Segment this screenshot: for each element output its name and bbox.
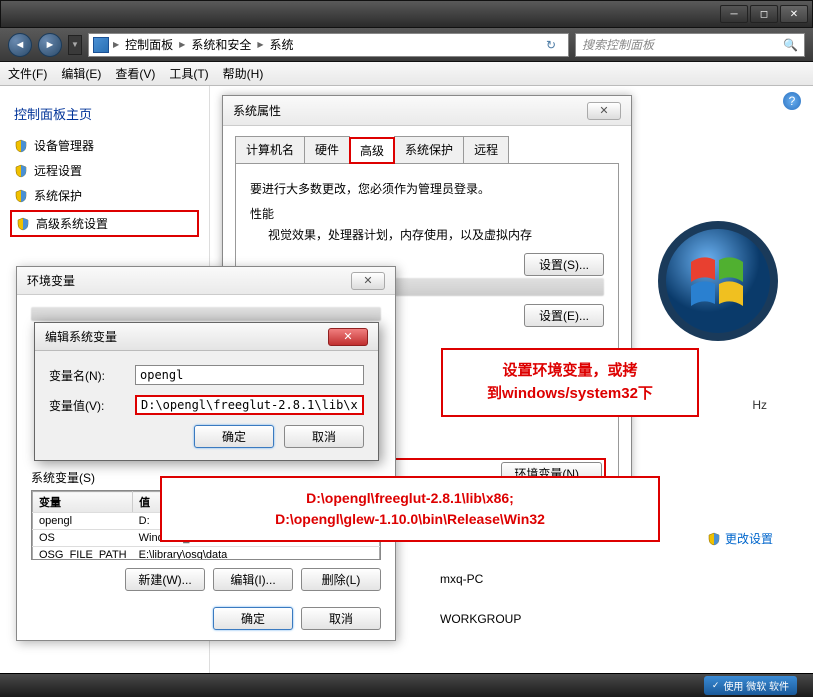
dialog-title: 编辑系统变量 — [45, 328, 117, 345]
minimize-button[interactable]: ─ — [720, 5, 748, 23]
sidebar-item-label: 系统保护 — [34, 187, 82, 204]
ok-button[interactable]: 确定 — [213, 607, 293, 630]
name-field-row: 变量名(N): — [49, 365, 364, 385]
table-row[interactable]: OSG_FILE_PATHE:\library\osg\data — [33, 547, 380, 561]
sidebar-item-device-manager[interactable]: 设备管理器 — [14, 133, 195, 158]
value-label: 变量值(V): — [49, 397, 125, 414]
dialog-titlebar[interactable]: 环境变量 ✕ — [17, 267, 395, 295]
performance-desc: 视觉效果，处理器计划，内存使用，以及虚拟内存 — [268, 226, 604, 243]
computer-name-value: mxq-PC — [440, 572, 483, 586]
maximize-button[interactable]: ◻ — [750, 5, 778, 23]
name-input[interactable] — [135, 365, 364, 385]
edit-button[interactable]: 编辑(I)... — [213, 568, 293, 591]
menu-help[interactable]: 帮助(H) — [223, 65, 264, 82]
sidebar-item-label: 设备管理器 — [34, 137, 94, 154]
change-settings-link[interactable]: 更改设置 — [707, 530, 773, 547]
value-input[interactable] — [135, 395, 364, 415]
search-placeholder: 搜索控制面板 — [582, 36, 654, 53]
breadcrumb-item[interactable]: 控制面板 — [123, 36, 175, 53]
dialog-title: 环境变量 — [27, 272, 75, 289]
nav-back-button[interactable]: ◄ — [8, 33, 32, 57]
sidebar-item-label: 远程设置 — [34, 162, 82, 179]
window-controls: ─ ◻ ✕ — [720, 5, 808, 23]
tab-hardware[interactable]: 硬件 — [304, 136, 350, 163]
dialog-body: 变量名(N): 变量值(V): 确定 取消 — [35, 351, 378, 460]
menu-view[interactable]: 查看(V) — [115, 65, 155, 82]
close-button[interactable]: ✕ — [328, 328, 368, 346]
delete-button[interactable]: 删除(L) — [301, 568, 381, 591]
sysvar-btn-row: 新建(W)... 编辑(I)... 删除(L) — [31, 568, 381, 591]
cancel-button[interactable]: 取消 — [284, 425, 364, 448]
sidebar-item-system-protection[interactable]: 系统保护 — [14, 183, 195, 208]
col-name[interactable]: 变量 — [33, 492, 133, 513]
shield-icon — [14, 189, 28, 203]
callout-line: 到windows/system32下 — [457, 383, 683, 406]
sidebar-title: 控制面板主页 — [14, 104, 195, 123]
breadcrumb-item[interactable]: 系统 — [268, 36, 296, 53]
shield-icon — [14, 164, 28, 178]
dialog-titlebar[interactable]: 编辑系统变量 ✕ — [35, 323, 378, 351]
menu-file[interactable]: 文件(F) — [8, 65, 47, 82]
shield-icon — [707, 532, 721, 546]
taskbar: 使用 微软 软件 — [0, 673, 813, 697]
close-button[interactable]: ✕ — [587, 102, 621, 120]
tab-remote[interactable]: 远程 — [463, 136, 509, 163]
change-settings-label: 更改设置 — [725, 530, 773, 547]
name-label: 变量名(N): — [49, 367, 125, 384]
chevron-right-icon: ▶ — [179, 40, 185, 49]
blur-text-hz: Hz — [752, 398, 767, 412]
dialog-btn-row: 确定 取消 — [49, 425, 364, 448]
callout-line: 设置环境变量，或拷 — [457, 360, 683, 383]
window-titlebar: ─ ◻ ✕ — [0, 0, 813, 28]
breadcrumb-item[interactable]: 系统和安全 — [189, 36, 253, 53]
sidebar-links: 设备管理器 远程设置 系统保护 高级系统设置 — [14, 133, 195, 237]
profile-settings-button[interactable]: 设置(E)... — [524, 304, 604, 327]
sidebar-item-label: 高级系统设置 — [36, 215, 108, 232]
blurred-user-vars-label — [31, 307, 381, 321]
close-button[interactable]: ✕ — [780, 5, 808, 23]
workgroup-value: WORKGROUP — [440, 612, 521, 626]
chevron-right-icon: ▶ — [113, 40, 119, 49]
shield-icon — [14, 139, 28, 153]
search-input[interactable]: 搜索控制面板 🔍 — [575, 33, 805, 57]
tab-advanced[interactable]: 高级 — [349, 137, 395, 164]
refresh-icon[interactable]: ↻ — [546, 38, 564, 52]
close-button[interactable]: ✕ — [351, 272, 385, 290]
help-icon[interactable]: ? — [783, 92, 801, 110]
callout-line: D:\opengl\glew-1.10.0\bin\Release\Win32 — [176, 509, 644, 530]
callout-line: D:\opengl\freeglut-2.8.1\lib\x86; — [176, 488, 644, 509]
nav-forward-button[interactable]: ► — [38, 33, 62, 57]
dialog-title: 系统属性 — [233, 102, 281, 119]
value-field-row: 变量值(V): — [49, 395, 364, 415]
search-icon: 🔍 — [783, 38, 798, 52]
control-panel-icon — [93, 37, 109, 53]
annotation-callout-2: D:\opengl\freeglut-2.8.1\lib\x86; D:\ope… — [160, 476, 660, 542]
dialog-btn-row: 确定 取消 — [31, 607, 381, 630]
sidebar-item-remote-settings[interactable]: 远程设置 — [14, 158, 195, 183]
tab-computer-name[interactable]: 计算机名 — [235, 136, 305, 163]
tabs: 计算机名 硬件 高级 系统保护 远程 — [235, 136, 619, 164]
explorer-toolbar: ◄ ► ▼ ▶ 控制面板 ▶ 系统和安全 ▶ 系统 ↻ 搜索控制面板 🔍 — [0, 28, 813, 62]
edit-variable-dialog: 编辑系统变量 ✕ 变量名(N): 变量值(V): 确定 取消 — [34, 322, 379, 461]
nav-history-dropdown[interactable]: ▼ — [68, 35, 82, 55]
perf-settings-button[interactable]: 设置(S)... — [524, 253, 604, 276]
dialog-titlebar[interactable]: 系统属性 ✕ — [223, 96, 631, 126]
menu-tools[interactable]: 工具(T) — [169, 65, 208, 82]
admin-required-text: 要进行大多数更改，您必须作为管理员登录。 — [250, 180, 604, 197]
menu-bar: 文件(F) 编辑(E) 查看(V) 工具(T) 帮助(H) — [0, 62, 813, 86]
shield-icon — [16, 217, 30, 231]
cancel-button[interactable]: 取消 — [301, 607, 381, 630]
tab-system-protection[interactable]: 系统保护 — [394, 136, 464, 163]
annotation-callout-1: 设置环境变量，或拷 到windows/system32下 — [441, 348, 699, 417]
ok-button[interactable]: 确定 — [194, 425, 274, 448]
windows-logo-icon — [653, 216, 783, 346]
menu-edit[interactable]: 编辑(E) — [61, 65, 101, 82]
new-button[interactable]: 新建(W)... — [125, 568, 205, 591]
chevron-right-icon: ▶ — [257, 40, 263, 49]
sidebar-item-advanced-system-settings[interactable]: 高级系统设置 — [10, 210, 199, 237]
tray-notification[interactable]: 使用 微软 软件 — [704, 676, 797, 695]
breadcrumb[interactable]: ▶ 控制面板 ▶ 系统和安全 ▶ 系统 ↻ — [88, 33, 569, 57]
performance-title: 性能 — [250, 205, 604, 222]
